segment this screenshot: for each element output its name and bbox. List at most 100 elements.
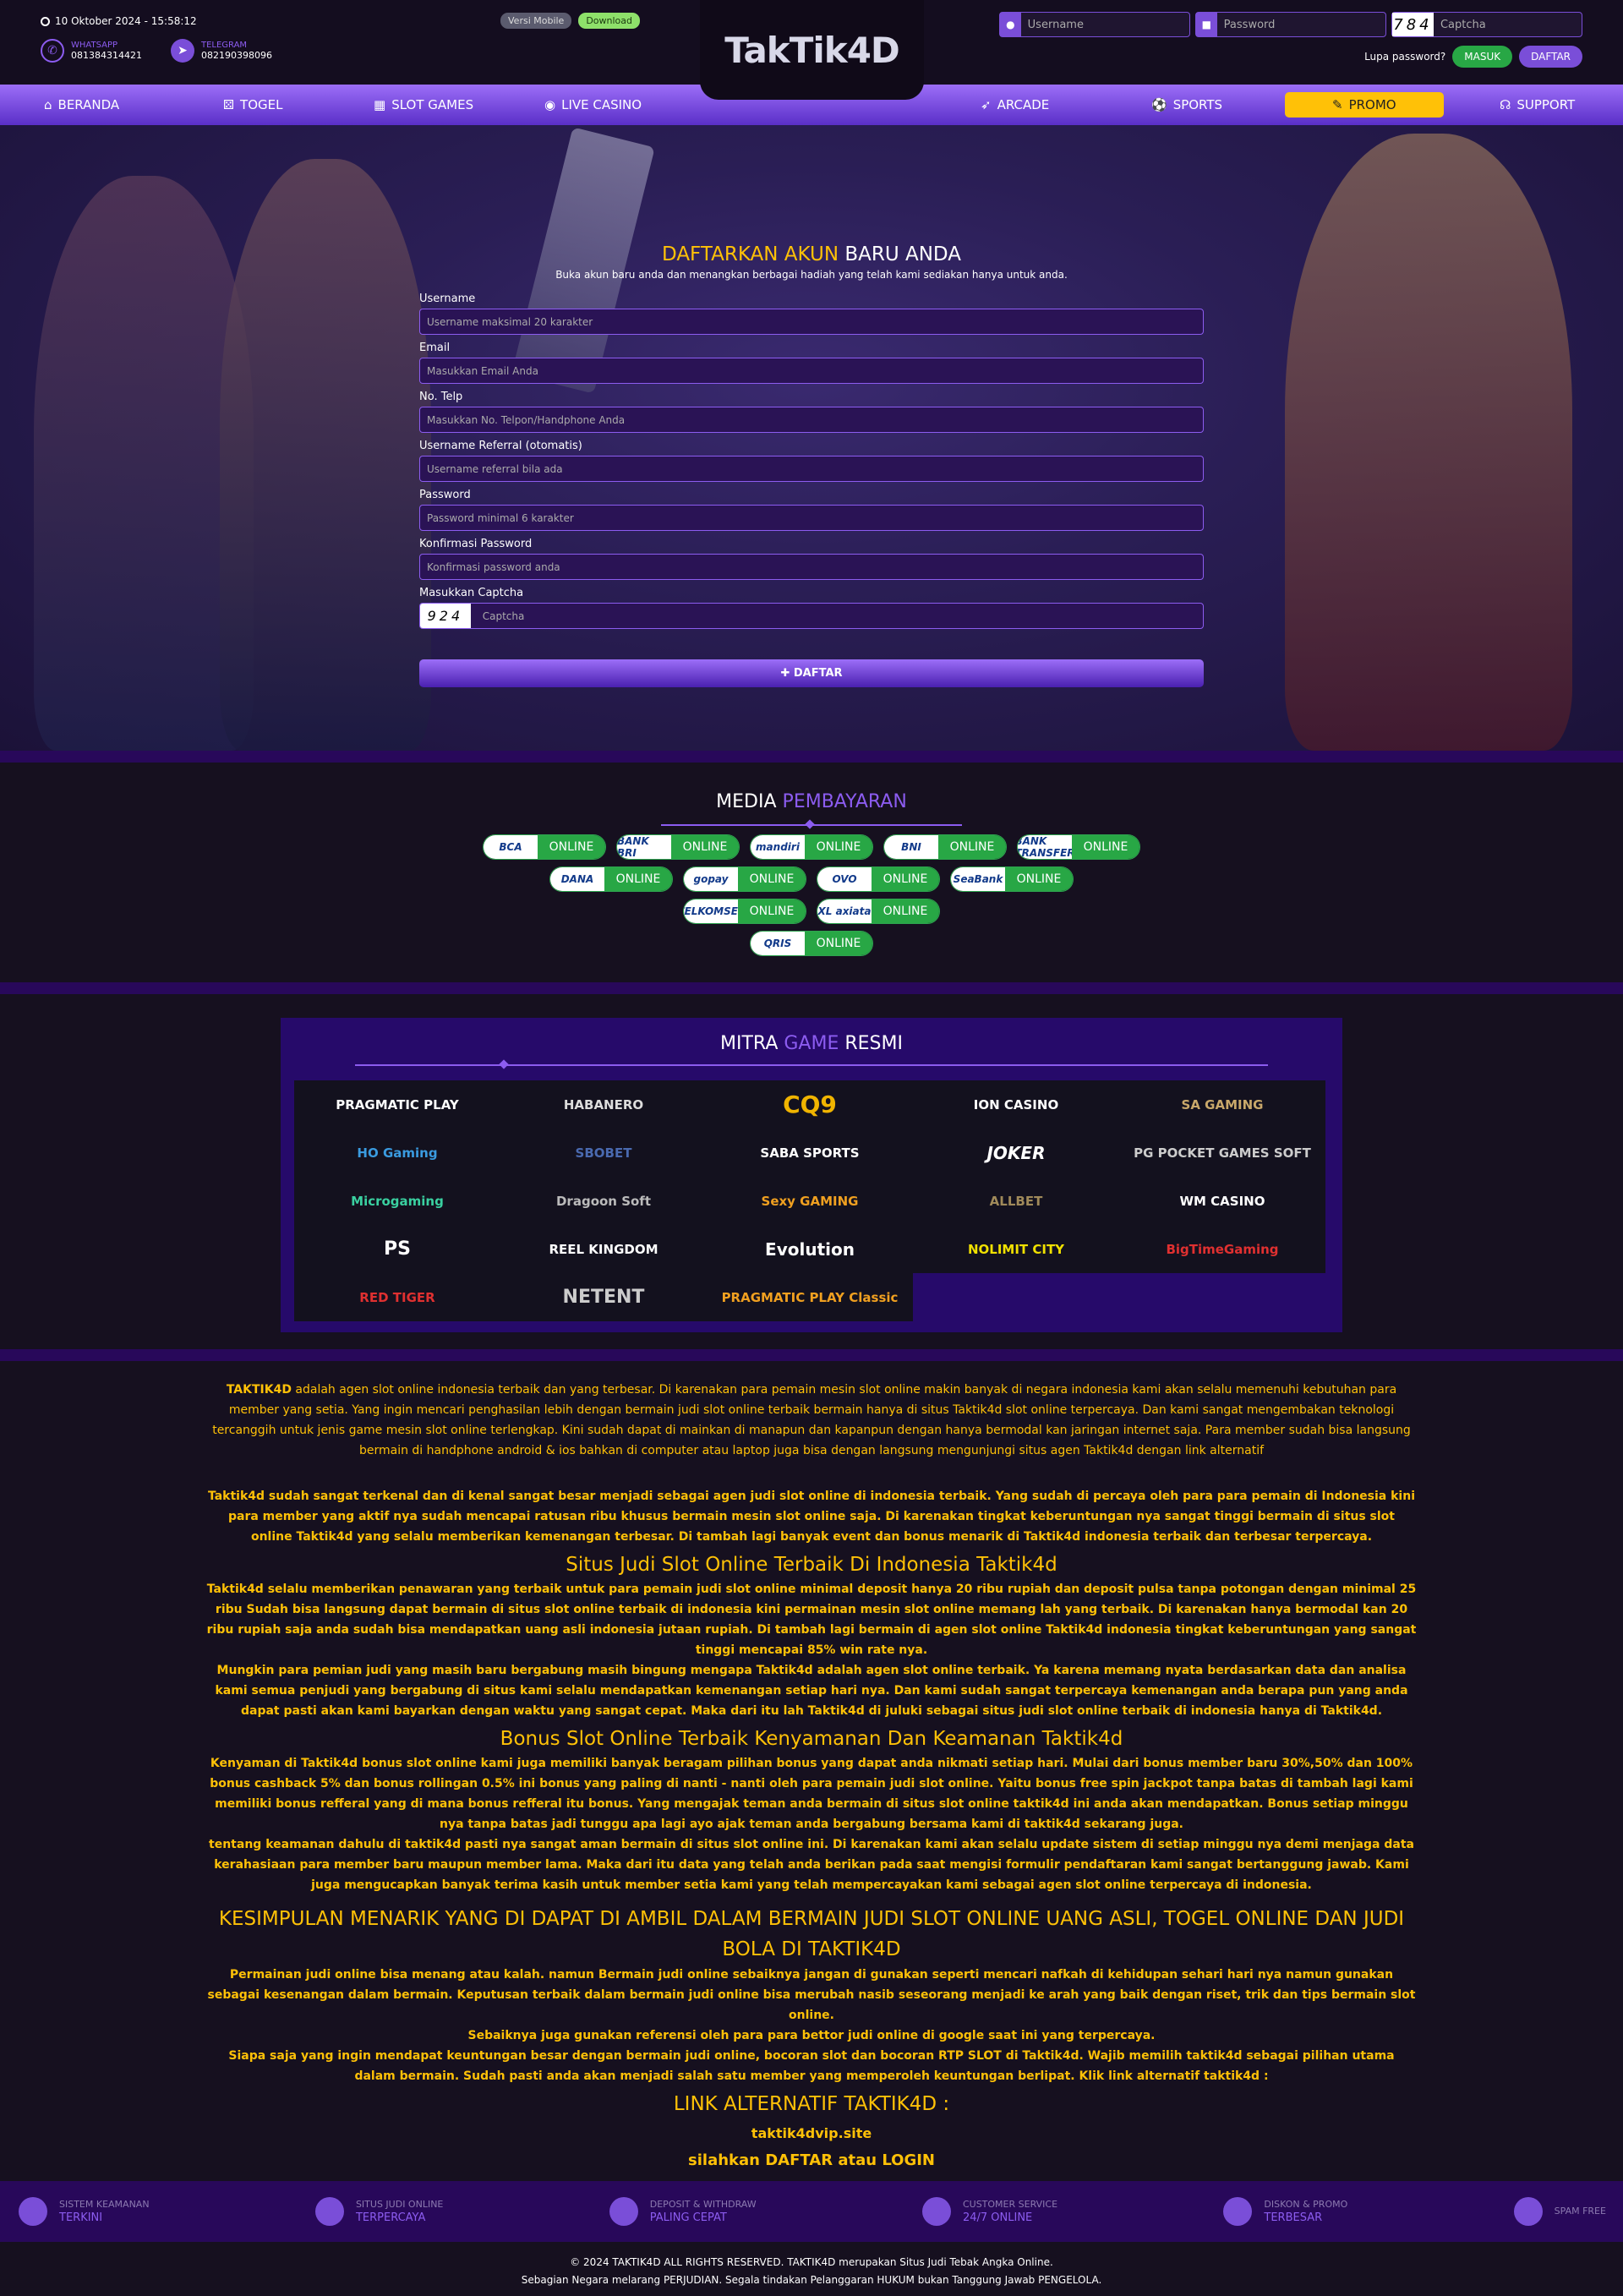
payment-row: TELKOMSEL ONLINE XL axiata ONLINE (0, 899, 1623, 924)
field-label: Username (419, 292, 476, 305)
nav-beranda[interactable]: ⌂ BERANDA (44, 97, 119, 112)
reg-referral-input[interactable] (419, 456, 1204, 482)
partner-logo[interactable]: NOLIMIT CITY (913, 1225, 1119, 1273)
captcha-image: 784 (1392, 13, 1434, 36)
divider-band (0, 982, 1623, 994)
ball-icon: ⚽ (1151, 97, 1167, 112)
login-actions: Lupa password? MASUK DAFTAR (999, 46, 1582, 68)
partner-logo[interactable]: PS (294, 1225, 500, 1273)
contacts: ✆ WHATSAPP 081384314421 ➤ TELEGRAM 082190398… (41, 39, 272, 63)
partner-logo[interactable]: ALLBET (913, 1177, 1119, 1225)
register-hero: DAFTARKAN AKUN BARU ANDA Buka akun baru … (0, 125, 1623, 751)
payment-badge: BANK BRI ONLINE (616, 834, 740, 860)
partner-logo[interactable]: SBOBET (500, 1129, 707, 1177)
telegram-contact[interactable]: ➤ TELEGRAM 082190398096 (170, 39, 272, 63)
partner-logo[interactable]: Sexy GAMING (707, 1177, 913, 1225)
partner-logo[interactable]: REEL KINGDOM (500, 1225, 707, 1273)
nav-arcade[interactable]: ➶ ARCADE (981, 97, 1049, 112)
daftar-button[interactable]: DAFTAR (1519, 46, 1582, 68)
password-input[interactable] (1216, 18, 1385, 31)
partner-logo[interactable]: PG POCKET GAMES SOFT (1119, 1129, 1325, 1177)
nav-sports[interactable]: ⚽ SPORTS (1151, 97, 1222, 112)
headset-icon: ☊ (1500, 97, 1511, 112)
partner-logo[interactable]: WM CASINO (1119, 1177, 1325, 1225)
field-label: Username Referral (otomatis) (419, 440, 582, 452)
payment-badge: BNI ONLINE (883, 834, 1007, 860)
title-divider (355, 1064, 1268, 1066)
tag-icon (1223, 2197, 1253, 2226)
download-button[interactable]: Download (578, 13, 641, 29)
partner-logo[interactable]: JOKER (913, 1129, 1119, 1177)
username-login: ● (999, 12, 1190, 37)
seo-paragraph: Siapa saja yang ingin mendapat keuntunga… (228, 2049, 1395, 2083)
captcha-input[interactable] (1433, 18, 1582, 31)
login-inputs: ● ■ 784 (999, 12, 1582, 37)
phone-icon (921, 2197, 951, 2226)
shield-icon (19, 2197, 47, 2226)
partner-logo[interactable]: RED TIGER (294, 1273, 500, 1321)
seo-paragraph: TAKTIK4D adalah agen slot online indones… (212, 1383, 1411, 1457)
partner-logo[interactable]: Microgaming (294, 1177, 500, 1225)
partner-logo[interactable]: PRAGMATIC PLAY Classic (707, 1273, 913, 1321)
payment-badge: TELKOMSEL ONLINE (683, 899, 806, 924)
partner-logo[interactable]: NETENT (500, 1273, 707, 1321)
partner-logo[interactable]: HABANERO (500, 1080, 707, 1129)
reg-username-input[interactable] (419, 309, 1204, 335)
partners-box: MITRA GAME RESMI PRAGMATIC PLAY HABANERO… (281, 1018, 1342, 1332)
register-submit-button[interactable]: ✚ DAFTAR (419, 659, 1204, 687)
tag-icon: ✎ (1332, 97, 1343, 112)
forgot-password-link[interactable]: Lupa password? (1364, 51, 1445, 63)
reg-confirm-password-input[interactable] (419, 554, 1204, 580)
field-label: Konfirmasi Password (419, 538, 533, 550)
divider-band (0, 751, 1623, 763)
masuk-button[interactable]: MASUK (1452, 46, 1513, 68)
payment-row: DANA ONLINE gopay ONLINE OVO ONLINE SeaBank… (0, 866, 1623, 892)
feature-item: SISTEM KEAMANAN TERKINI (19, 2197, 150, 2226)
rocket-icon: ➶ (981, 97, 992, 112)
partner-logo[interactable]: CQ9 (707, 1080, 913, 1129)
reg-captcha-input[interactable] (470, 604, 1203, 628)
feature-item: SITUS JUDI ONLINE TERPERCAYA (314, 2197, 443, 2226)
top-header: 10 Oktober 2024 - 15:58:12 ✆ WHATSAPP 0813… (0, 0, 1623, 100)
whatsapp-contact[interactable]: ✆ WHATSAPP 081384314421 (41, 39, 142, 63)
nav-support[interactable]: ☊ SUPPORT (1500, 97, 1575, 112)
hero-model-center (220, 159, 431, 751)
footer-copyright: © 2024 TAKTIK4D ALL RIGHTS RESERVED. TAK… (570, 2256, 1053, 2268)
reg-password-input[interactable] (419, 505, 1204, 531)
partner-logo[interactable]: ION CASINO (913, 1080, 1119, 1129)
partner-logo[interactable]: BigTimeGaming (1119, 1225, 1325, 1273)
payment-badge: QRIS ONLINE (750, 931, 873, 956)
nav-slot-games[interactable]: ▦ SLOT GAMES (374, 97, 473, 112)
reg-email-input[interactable] (419, 358, 1204, 384)
nav-togel[interactable]: ⚄ TOGEL (223, 97, 282, 112)
partners-section: MITRA GAME RESMI PRAGMATIC PLAY HABANERO… (0, 994, 1623, 1349)
nav-live-casino[interactable]: ◉ LIVE CASINO (544, 97, 642, 112)
partner-logo[interactable]: Dragoon Soft (500, 1177, 707, 1225)
username-input[interactable] (1020, 18, 1189, 31)
alternative-link[interactable]: taktik4dvip.site (206, 2124, 1417, 2144)
field-label: Password (419, 489, 471, 501)
seo-paragraph: Mungkin para pemian judi yang masih baru… (215, 1664, 1408, 1718)
partner-logo[interactable]: SABA SPORTS (707, 1129, 913, 1177)
bank-icon (609, 2197, 638, 2226)
field-label: No. Telp (419, 391, 463, 403)
payment-title: MEDIA PEMBAYARAN (716, 791, 907, 812)
nav-promo[interactable]: ✎ PROMO (1285, 92, 1444, 118)
partner-grid: PRAGMATIC PLAY HABANERO CQ9 ION CASINO S… (294, 1080, 1329, 1321)
feature-item: SPAM FREE (1513, 2197, 1606, 2226)
payment-badge: BANK TRANSFER ONLINE (1017, 834, 1140, 860)
versi-mobile-button[interactable]: Versi Mobile (500, 13, 572, 29)
partner-logo[interactable]: SA GAMING (1119, 1080, 1325, 1129)
ban-icon (1513, 2197, 1543, 2226)
footer-disclaimer: Sebagian Negara melarang PERJUDIAN. Sega… (521, 2274, 1102, 2286)
site-logo[interactable]: TakTik4D (700, 0, 924, 100)
partner-logo[interactable]: Evolution (707, 1225, 913, 1273)
dice-icon: ⚄ (223, 97, 235, 112)
reg-phone-input[interactable] (419, 407, 1204, 433)
partner-logo[interactable]: HO Gaming (294, 1129, 500, 1177)
partner-logo[interactable]: PRAGMATIC PLAY (294, 1080, 500, 1129)
version-buttons: Versi Mobile Download (500, 13, 641, 29)
footer: © 2024 TAKTIK4D ALL RIGHTS RESERVED. TAK… (0, 2242, 1623, 2296)
payment-badge: SeaBank ONLINE (950, 866, 1074, 892)
seo-heading: Bonus Slot Online Terbaik Kenyamanan Dan… (500, 1728, 1123, 1750)
